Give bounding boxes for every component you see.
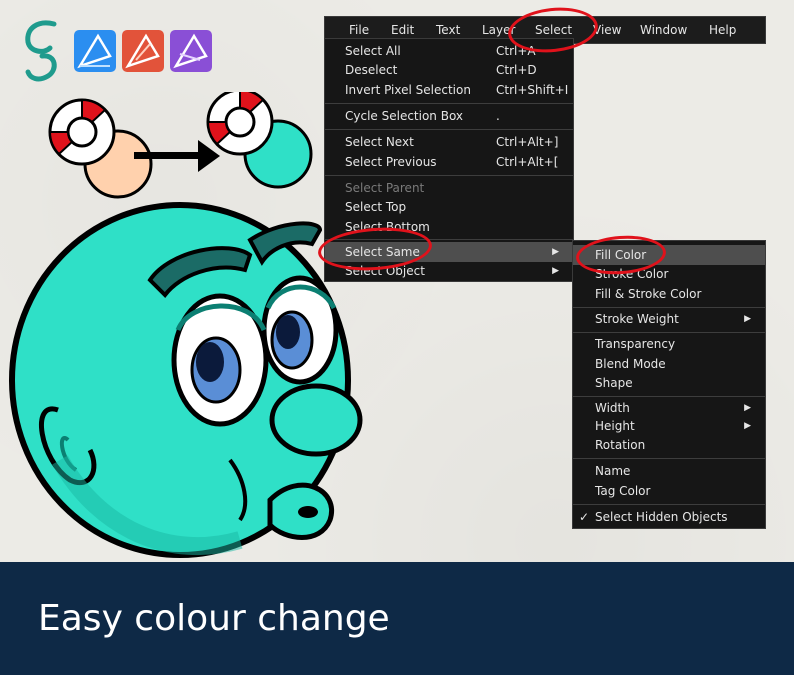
blend-mode-item[interactable]: Blend Mode: [573, 354, 765, 374]
lifebuoy-icon: [48, 98, 116, 166]
caption-banner: Easy colour change: [0, 562, 794, 675]
select-hidden-objects-item[interactable]: ✓ Select Hidden Objects: [573, 507, 765, 527]
select-next-item[interactable]: Select Next Ctrl+Alt+]: [325, 132, 573, 152]
select-same-submenu: Fill Color Stroke Color Fill & Stroke Co…: [572, 240, 766, 529]
invert-pixel-selection-item[interactable]: Invert Pixel Selection Ctrl+Shift+I: [325, 80, 573, 100]
affinity-publisher-icon: [122, 30, 164, 72]
stroke-weight-item[interactable]: Stroke Weight ▶: [573, 309, 765, 329]
select-top-item[interactable]: Select Top: [325, 197, 573, 217]
name-item[interactable]: Name: [573, 461, 765, 481]
submenu-arrow-icon: ▶: [744, 314, 751, 324]
height-item[interactable]: Height ▶: [573, 416, 765, 436]
checkmark-icon: ✓: [579, 510, 590, 524]
transparency-item[interactable]: Transparency: [573, 334, 765, 354]
menu-separator: [573, 504, 765, 505]
gs-logo-icon: [25, 20, 57, 82]
tag-color-item[interactable]: Tag Color: [573, 481, 765, 501]
menu-separator: [325, 129, 573, 130]
select-previous-item[interactable]: Select Previous Ctrl+Alt+[: [325, 152, 573, 172]
cycle-selection-box-item[interactable]: Cycle Selection Box .: [325, 106, 573, 126]
before-after-illustration: [48, 92, 313, 199]
submenu-arrow-icon: ▶: [552, 247, 559, 257]
submenu-arrow-icon: ▶: [744, 403, 751, 413]
menu-edit[interactable]: Edit: [391, 23, 414, 37]
caption-text: Easy colour change: [38, 598, 390, 639]
rotation-item[interactable]: Rotation: [573, 435, 765, 455]
affinity-designer-icon: [74, 30, 116, 72]
menu-separator: [573, 332, 765, 333]
width-item[interactable]: Width ▶: [573, 398, 765, 418]
submenu-arrow-icon: ▶: [552, 266, 559, 276]
menu-file[interactable]: File: [349, 23, 369, 37]
menu-separator: [573, 396, 765, 397]
shape-item[interactable]: Shape: [573, 373, 765, 393]
select-parent-item[interactable]: Select Parent: [325, 178, 573, 198]
affinity-photo-icon: [170, 30, 212, 72]
menu-separator: [325, 103, 573, 104]
menu-separator: [325, 175, 573, 176]
menu-separator: [573, 307, 765, 308]
menu-text[interactable]: Text: [436, 23, 460, 37]
menu-separator: [573, 458, 765, 459]
fill-stroke-color-item[interactable]: Fill & Stroke Color: [573, 284, 765, 304]
deselect-item[interactable]: Deselect Ctrl+D: [325, 60, 573, 80]
menu-window[interactable]: Window: [640, 23, 687, 37]
submenu-arrow-icon: ▶: [744, 421, 751, 431]
menu-help[interactable]: Help: [709, 23, 736, 37]
